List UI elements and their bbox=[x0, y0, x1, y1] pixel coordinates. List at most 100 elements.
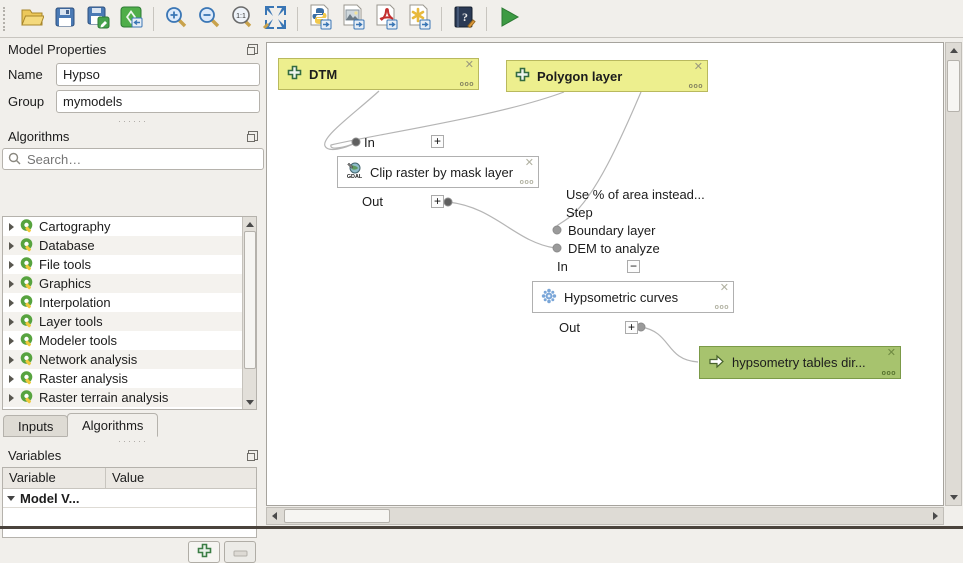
scroll-up-arrow[interactable] bbox=[946, 43, 961, 58]
expand-icon[interactable] bbox=[9, 299, 14, 307]
export-as-image-button[interactable] bbox=[338, 4, 368, 34]
remove-node-icon[interactable]: ✕ bbox=[720, 283, 729, 294]
canvas-vertical-scrollbar[interactable] bbox=[945, 42, 962, 506]
remove-variable-button[interactable] bbox=[224, 541, 256, 563]
remove-node-icon[interactable]: ✕ bbox=[694, 62, 703, 73]
socket-hypso-out[interactable] bbox=[637, 323, 645, 331]
socket-clip-out[interactable] bbox=[444, 198, 452, 206]
pdf-export-icon bbox=[373, 4, 399, 33]
tree-scrollbar[interactable] bbox=[242, 217, 256, 409]
category-label: Layer tools bbox=[39, 314, 103, 329]
export-as-pdf-button[interactable] bbox=[371, 4, 401, 34]
node-options-dots-icon[interactable]: ooo bbox=[715, 304, 729, 312]
save-model-in-project-button[interactable] bbox=[116, 4, 146, 34]
algorithm-search-input[interactable] bbox=[2, 148, 264, 170]
remove-node-icon[interactable]: ✕ bbox=[465, 60, 474, 71]
node-hypsometric-curves[interactable]: Hypsometric curves ✕ ooo bbox=[532, 281, 734, 313]
algo-category-database[interactable]: Database bbox=[3, 236, 243, 255]
node-options-dots-icon[interactable]: ooo bbox=[520, 179, 534, 187]
node-dtm[interactable]: DTM ✕ ooo bbox=[278, 58, 479, 90]
float-panel-icon[interactable] bbox=[247, 44, 258, 55]
socket-boundary-layer[interactable] bbox=[553, 226, 561, 234]
name-label: Name bbox=[8, 67, 50, 82]
scroll-down-arrow[interactable] bbox=[243, 395, 256, 409]
panel-splitter-handle[interactable]: ······ bbox=[0, 117, 266, 125]
canvas-horizontal-scrollbar[interactable] bbox=[266, 507, 944, 525]
node-output-hypsometry-tables[interactable]: hypsometry tables dir... ✕ ooo bbox=[699, 346, 901, 379]
expand-icon[interactable] bbox=[9, 242, 14, 250]
column-header-value[interactable]: Value bbox=[106, 468, 150, 488]
node-polygon-layer[interactable]: Polygon layer ✕ ooo bbox=[506, 60, 708, 92]
expand-icon[interactable] bbox=[9, 223, 14, 231]
algo-category-file-tools[interactable]: File tools bbox=[3, 255, 243, 274]
scrollbar-thumb[interactable] bbox=[947, 60, 960, 112]
zoom-full-button[interactable] bbox=[260, 4, 290, 34]
expand-icon[interactable] bbox=[9, 337, 14, 345]
scrollbar-thumb[interactable] bbox=[244, 231, 256, 369]
remove-node-icon[interactable]: ✕ bbox=[525, 158, 534, 169]
zoom-in-icon bbox=[164, 5, 188, 32]
variables-group-row[interactable]: Model V... bbox=[3, 489, 256, 508]
expand-icon[interactable] bbox=[9, 318, 14, 326]
expand-icon[interactable] bbox=[9, 356, 14, 364]
expand-icon[interactable] bbox=[9, 394, 14, 402]
algo-category-layer-tools[interactable]: Layer tools bbox=[3, 312, 243, 331]
algo-category-cartography[interactable]: Cartography bbox=[3, 217, 243, 236]
toolbar-drag-handle[interactable] bbox=[3, 7, 10, 31]
node-options-dots-icon[interactable]: ooo bbox=[460, 81, 474, 89]
clip-in-expand-button[interactable]: + bbox=[431, 135, 444, 148]
zoom-in-button[interactable] bbox=[161, 4, 191, 34]
tab-inputs[interactable]: Inputs bbox=[3, 415, 68, 437]
tab-label: Inputs bbox=[18, 419, 53, 434]
run-model-button[interactable] bbox=[494, 4, 524, 34]
node-clip-raster[interactable]: GDAL Clip raster by mask layer ✕ ooo bbox=[337, 156, 539, 188]
help-button[interactable]: ? bbox=[449, 4, 479, 34]
scroll-left-arrow[interactable] bbox=[267, 509, 282, 524]
expand-icon[interactable] bbox=[9, 375, 14, 383]
algo-category-modeler-tools[interactable]: Modeler tools bbox=[3, 331, 243, 350]
node-options-dots-icon[interactable]: ooo bbox=[689, 83, 703, 91]
open-model-button[interactable] bbox=[17, 4, 47, 34]
algo-category-raster-terrain-analysis[interactable]: Raster terrain analysis bbox=[3, 388, 243, 407]
category-label: Graphics bbox=[39, 276, 91, 291]
zoom-out-button[interactable] bbox=[194, 4, 224, 34]
scrollbar-thumb[interactable] bbox=[284, 509, 390, 523]
float-panel-icon[interactable] bbox=[247, 131, 258, 142]
hypso-out-collapse-button[interactable]: + bbox=[625, 321, 638, 334]
qgis-provider-icon bbox=[19, 313, 34, 331]
model-group-input[interactable] bbox=[56, 90, 260, 113]
expand-icon[interactable] bbox=[9, 261, 14, 269]
export-as-python-button[interactable] bbox=[305, 4, 335, 34]
group-row-label: Model V... bbox=[20, 491, 79, 506]
hypso-in-collapse-button[interactable]: − bbox=[627, 260, 640, 273]
image-export-icon bbox=[340, 4, 366, 33]
save-model-button[interactable] bbox=[50, 4, 80, 34]
column-header-variable[interactable]: Variable bbox=[3, 468, 106, 488]
float-panel-icon[interactable] bbox=[247, 450, 258, 461]
toolbar-separator bbox=[297, 7, 298, 31]
algo-category-raster-analysis[interactable]: Raster analysis bbox=[3, 369, 243, 388]
model-canvas[interactable]: DTM ✕ ooo Polygon layer ✕ ooo In + GDAL … bbox=[266, 42, 944, 506]
hypso-out-label: Out bbox=[559, 320, 580, 335]
socket-clip-in[interactable] bbox=[352, 138, 360, 146]
tab-algorithms[interactable]: Algorithms bbox=[67, 413, 158, 437]
zoom-out-icon bbox=[197, 5, 221, 32]
scroll-up-arrow[interactable] bbox=[243, 217, 256, 231]
expand-icon[interactable] bbox=[9, 280, 14, 288]
export-as-svg-button[interactable] bbox=[404, 4, 434, 34]
remove-node-icon[interactable]: ✕ bbox=[887, 348, 896, 359]
scroll-down-arrow[interactable] bbox=[946, 490, 961, 505]
clip-out-collapse-button[interactable]: + bbox=[431, 195, 444, 208]
algo-category-network-analysis[interactable]: Network analysis bbox=[3, 350, 243, 369]
collapse-icon[interactable] bbox=[7, 496, 15, 501]
qgis-provider-icon bbox=[19, 237, 34, 255]
zoom-actual-size-button[interactable]: 1:1 bbox=[227, 4, 257, 34]
model-name-input[interactable] bbox=[56, 63, 260, 86]
save-model-as-button[interactable] bbox=[83, 4, 113, 34]
add-variable-button[interactable] bbox=[188, 541, 220, 563]
socket-dem-to-analyze[interactable] bbox=[553, 244, 561, 252]
scroll-right-arrow[interactable] bbox=[928, 509, 943, 524]
algo-category-interpolation[interactable]: Interpolation bbox=[3, 293, 243, 312]
algo-category-graphics[interactable]: Graphics bbox=[3, 274, 243, 293]
node-options-dots-icon[interactable]: ooo bbox=[882, 370, 896, 378]
